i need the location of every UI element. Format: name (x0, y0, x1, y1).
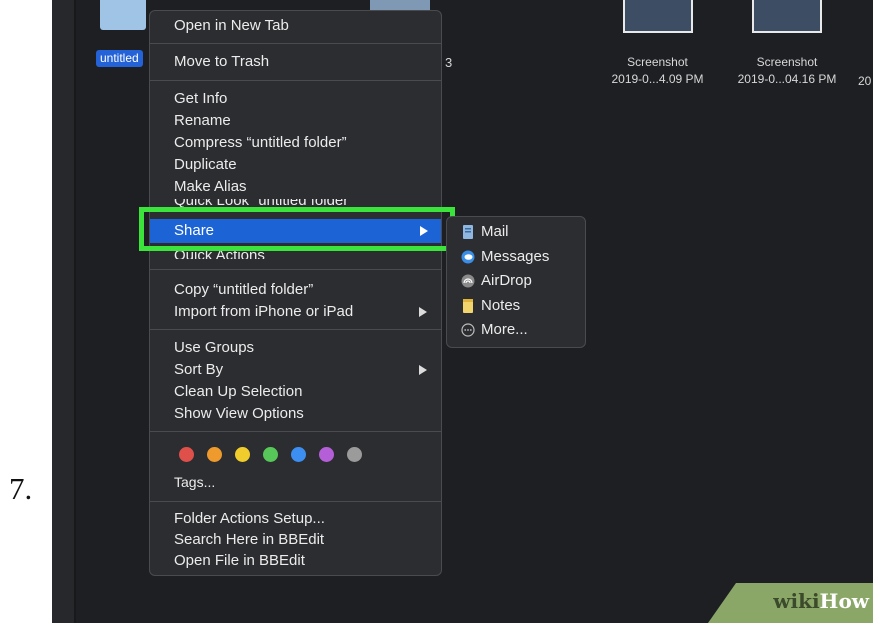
share-mail[interactable]: Mail (463, 221, 509, 243)
screenshot-file-2[interactable]: Screenshot 2019-0...04.16 PM (727, 0, 847, 86)
tag-color-dot[interactable] (179, 447, 194, 462)
menu-separator (150, 329, 441, 330)
share-more[interactable]: More... (461, 319, 528, 341)
menu-open-new-tab[interactable]: Open in New Tab (174, 15, 289, 37)
finder-desktop: untitled 3 Screenshot 2019-0...4.09 PM S… (52, 0, 873, 623)
share-airdrop[interactable]: AirDrop (461, 270, 532, 292)
wikihow-how: How (819, 589, 869, 613)
file-date: 2019-0...4.09 PM (611, 72, 704, 86)
menu-move-to-trash[interactable]: Move to Trash (174, 51, 269, 73)
menu-rename[interactable]: Rename (174, 110, 231, 132)
share-notes-label: Notes (481, 297, 521, 314)
menu-duplicate[interactable]: Duplicate (174, 154, 237, 176)
menu-view-options[interactable]: Show View Options (174, 403, 304, 425)
menu-separator (150, 269, 441, 270)
submenu-arrow-icon (419, 307, 427, 317)
menu-get-info[interactable]: Get Info (174, 88, 227, 110)
tag-color-dot[interactable] (291, 447, 306, 462)
screenshot-thumbnail (622, 0, 693, 33)
notes-icon (463, 299, 473, 313)
menu-search-bbedit[interactable]: Search Here in BBEdit (174, 529, 324, 551)
more-icon (461, 323, 475, 337)
wikihow-watermark: wikiHow (708, 583, 873, 623)
tag-color-dot[interactable] (235, 447, 250, 462)
tag-color-dot[interactable] (207, 447, 222, 462)
menu-separator (150, 43, 441, 44)
menu-use-groups[interactable]: Use Groups (174, 337, 254, 359)
tag-color-dot[interactable] (347, 447, 362, 462)
mail-icon (463, 225, 473, 239)
menu-quick-actions-label: Quick Actions (174, 251, 265, 259)
sidebar-divider (74, 0, 76, 623)
share-airdrop-label: AirDrop (481, 272, 532, 289)
tag-color-dot[interactable] (319, 447, 334, 462)
menu-compress[interactable]: Compress “untitled folder” (174, 132, 347, 154)
tag-color-dot[interactable] (263, 447, 278, 462)
file-name: Screenshot (756, 55, 818, 69)
menu-open-bbedit[interactable]: Open File in BBEdit (174, 550, 305, 572)
sidebar-strip (52, 0, 74, 623)
menu-quick-actions[interactable]: Quick Actions (174, 251, 265, 259)
folder-thumbnail[interactable] (100, 0, 146, 30)
screenshot-file-1[interactable]: Screenshot 2019-0...4.09 PM (600, 0, 715, 86)
file-date: 2019-0...04.16 PM (737, 72, 837, 86)
share-notes[interactable]: Notes (463, 295, 521, 317)
share-submenu: Mail Messages AirDrop Notes More... (446, 216, 586, 348)
wikihow-logo: wikiHow (773, 589, 869, 613)
menu-separator (150, 80, 441, 81)
context-menu: Open in New Tab Move to Trash Get Info R… (149, 10, 442, 576)
screenshot-thumbnail (752, 0, 822, 33)
share-messages[interactable]: Messages (461, 246, 550, 268)
menu-separator (150, 431, 441, 432)
cut-off-label: 20 (858, 74, 872, 88)
menu-clean-up[interactable]: Clean Up Selection (174, 381, 302, 403)
airdrop-icon (461, 274, 475, 288)
share-mail-label: Mail (481, 223, 509, 240)
submenu-arrow-icon (419, 365, 427, 375)
menu-separator (150, 501, 441, 502)
menu-sort-by[interactable]: Sort By (174, 359, 223, 381)
menu-folder-actions[interactable]: Folder Actions Setup... (174, 508, 325, 530)
menu-import[interactable]: Import from iPhone or iPad (174, 301, 353, 323)
wikihow-wiki: wiki (773, 589, 820, 613)
share-more-label: More... (481, 321, 528, 338)
step-number: 7. (9, 471, 33, 506)
menu-tags[interactable]: Tags... (174, 471, 215, 493)
menu-copy[interactable]: Copy “untitled folder” (174, 279, 313, 301)
highlight-box (139, 207, 455, 251)
item-label: 3 (445, 55, 453, 70)
messages-icon (461, 250, 475, 264)
menu-make-alias[interactable]: Make Alias (174, 176, 247, 198)
selected-folder-label[interactable]: untitled (96, 50, 143, 67)
share-messages-label: Messages (481, 248, 550, 265)
file-name: Screenshot (627, 55, 688, 69)
